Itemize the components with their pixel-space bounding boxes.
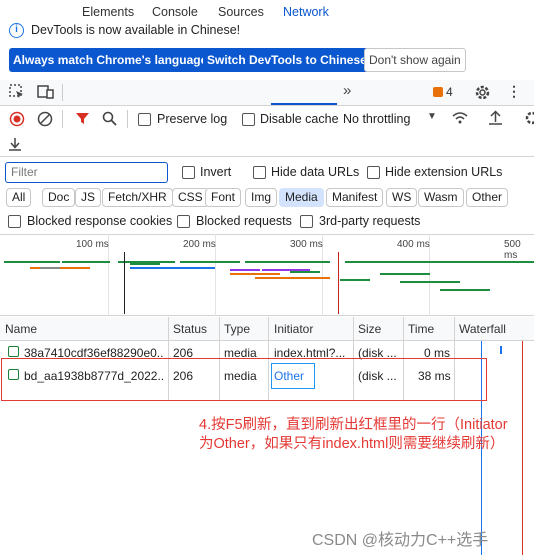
devtools-tab-bar [0,80,534,106]
third-party-label: 3rd-party requests [319,214,421,228]
toolbar-divider [62,84,63,101]
dont-show-again-button[interactable]: Don't show again [364,48,466,72]
chip-fetch-xhr[interactable]: Fetch/XHR [102,188,173,207]
chip-wasm[interactable]: Wasm [418,188,464,207]
chip-other[interactable]: Other [466,188,509,207]
issues-count: 4 [446,85,453,99]
disable-cache-label: Disable cache [260,112,339,126]
switch-to-chinese-button[interactable]: Switch DevTools to Chinese [203,48,371,72]
timeline-tick: 200 ms [183,239,216,250]
timeline-tick: 100 ms [76,239,109,250]
info-icon: i [9,23,24,38]
chevron-down-icon[interactable]: ▼ [427,111,437,122]
invert-label: Invert [200,165,232,179]
inspect-element-icon[interactable] [9,84,25,100]
column-waterfall[interactable]: Waterfall [459,322,506,336]
record-stop-icon[interactable] [9,111,25,127]
tab-network[interactable]: Network [283,5,329,19]
toolbar-divider [62,110,63,128]
hide-extension-urls-checkbox[interactable] [367,166,380,179]
chip-font[interactable]: Font [205,188,242,207]
initiator-highlight-box [271,363,315,389]
blocked-requests-label: Blocked requests [196,214,292,228]
always-match-language-button[interactable]: Always match Chrome's language [9,48,212,72]
tab-console[interactable]: Console [152,5,198,19]
toolbar-divider [127,110,128,128]
preserve-log-label: Preserve log [157,112,228,126]
dom-content-loaded-marker [124,252,125,314]
chip-css[interactable]: CSS [172,188,209,207]
column-size[interactable]: Size [358,322,381,336]
media-file-icon [8,346,19,357]
chip-all[interactable]: All [6,188,32,207]
annotation-line-1: 4.按F5刷新，直到刷新出红框里的一行（Initiator [199,417,508,433]
timeline-tick: 300 ms [290,239,323,250]
hide-data-urls-checkbox[interactable] [253,166,266,179]
active-tab-indicator [271,103,337,105]
import-har-icon[interactable] [488,110,503,126]
preserve-log-checkbox[interactable] [138,113,151,126]
highlight-red-box [1,358,487,401]
blocked-cookies-label: Blocked response cookies [27,214,173,228]
throttling-select[interactable]: No throttling [343,112,410,126]
column-time[interactable]: Time [408,322,434,336]
chip-manifest[interactable]: Manifest [326,188,384,207]
banner-message: DevTools is now available in Chinese! [31,23,241,37]
third-party-checkbox[interactable] [300,215,313,228]
clear-icon[interactable] [37,111,53,127]
filter-input[interactable]: Filter [5,162,168,183]
tab-sources[interactable]: Sources [218,5,264,19]
chip-media[interactable]: Media [279,188,324,207]
chip-ws[interactable]: WS [386,188,418,207]
load-event-marker [338,252,339,314]
column-status[interactable]: Status [173,322,207,336]
network-toolbar-secondary [0,133,534,157]
chip-doc[interactable]: Doc [42,188,76,207]
timeline-tick: 400 ms [397,239,430,250]
settings-gear-icon[interactable] [474,84,491,101]
more-tabs-icon[interactable]: » [343,82,351,99]
hide-data-urls-label: Hide data URLs [271,165,360,179]
export-har-icon[interactable] [8,137,22,152]
hide-extension-urls-label: Hide extension URLs [385,165,503,179]
blocked-cookies-checkbox[interactable] [8,215,21,228]
more-options-icon[interactable]: ⋮ [507,83,521,100]
column-initiator[interactable]: Initiator [274,322,313,336]
timeline-activity-bars [4,261,534,291]
column-type[interactable]: Type [224,322,250,336]
blocked-requests-checkbox[interactable] [177,215,190,228]
device-toolbar-icon[interactable] [37,84,54,100]
issues-icon[interactable] [433,87,443,97]
network-conditions-icon[interactable] [451,110,469,126]
chip-js[interactable]: JS [75,188,102,207]
filter-funnel-icon[interactable] [75,111,90,126]
chip-img[interactable]: Img [245,188,278,207]
tab-elements[interactable]: Elements [82,5,134,19]
invert-checkbox[interactable] [182,166,195,179]
search-icon[interactable] [102,111,117,126]
annotation-line-2: 为Other，如果只有index.html则需要继续刷新） [199,436,505,452]
column-name[interactable]: Name [5,322,37,336]
disable-cache-checkbox[interactable] [242,113,255,126]
network-settings-gear-icon[interactable] [524,110,534,126]
watermark: CSDN @核动力C++选手 [312,532,489,549]
